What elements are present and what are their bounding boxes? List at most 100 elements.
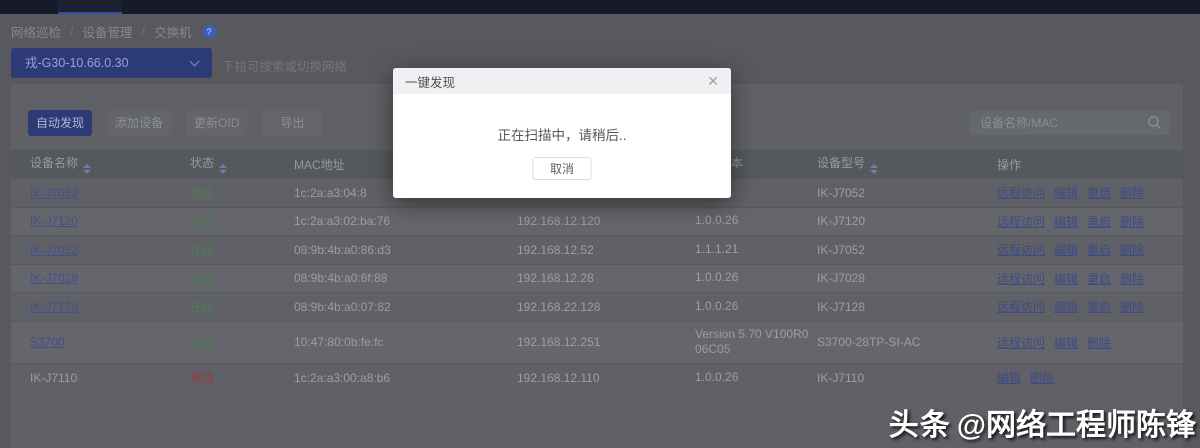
column-header-model[interactable]: 设备型号 <box>817 154 997 174</box>
action-link[interactable]: 远程访问 <box>997 186 1045 200</box>
breadcrumb-item-2[interactable]: 交换机 <box>154 22 192 41</box>
network-selector-dropdown[interactable]: 戎-G30-10.66.0.30 <box>11 48 212 78</box>
device-name-cell: S3700 <box>11 335 190 349</box>
ip-cell: 192.168.12.251 <box>517 335 695 349</box>
device-name-cell: IK-J7052 <box>11 243 190 257</box>
toolbar-button-2[interactable]: 更新OID <box>186 110 247 136</box>
action-link[interactable]: 重启 <box>1087 272 1111 286</box>
scanning-message: 正在扫描中，请稍后.. <box>393 124 731 144</box>
breadcrumb: 网络巡检/设备管理/交换机? <box>11 22 216 41</box>
device-name-text: IK-J7110 <box>30 371 77 385</box>
actions-cell: 远程访问编辑重启删除 <box>997 241 1183 258</box>
status-badge: 离线 <box>190 371 214 385</box>
modal-header: 一键发现 ✕ <box>393 68 731 94</box>
status-cell: 在线 <box>190 213 294 230</box>
action-link[interactable]: 删除 <box>1120 300 1144 314</box>
sort-icon[interactable] <box>219 164 227 174</box>
device-name-link[interactable]: S3700 <box>30 335 65 349</box>
status-badge: 在线 <box>190 300 214 314</box>
close-icon[interactable]: ✕ <box>707 74 719 88</box>
version-cell: 1.0.0.26 <box>695 370 817 386</box>
toolbar-button-3[interactable]: 导出 <box>262 110 322 136</box>
action-link[interactable]: 删除 <box>1087 336 1111 350</box>
ip-cell: 192.168.12.110 <box>517 371 695 385</box>
column-header-label: 状态 <box>190 156 214 170</box>
action-link[interactable]: 删除 <box>1120 243 1144 257</box>
action-link[interactable]: 编辑 <box>1054 336 1078 350</box>
model-cell: S3700-28TP-SI-AC <box>817 335 997 349</box>
action-link[interactable]: 编辑 <box>1054 243 1078 257</box>
action-link[interactable]: 远程访问 <box>997 272 1045 286</box>
modal-body: 正在扫描中，请稍后.. 取消 <box>393 94 731 198</box>
column-header-label: MAC地址 <box>294 158 345 172</box>
column-header-label: 设备型号 <box>817 156 865 170</box>
mac-cell: 1c:2a:a3:02:ba:76 <box>294 214 517 228</box>
status-cell: 在线 <box>190 270 294 287</box>
network-selector-hint: 下拉可搜索或切换网络 <box>222 56 347 75</box>
action-link[interactable]: 远程访问 <box>997 336 1045 350</box>
network-selector-value: 戎-G30-10.66.0.30 <box>25 56 129 70</box>
model-cell: IK-J7052 <box>817 243 997 257</box>
action-link[interactable]: 删除 <box>1120 186 1144 200</box>
mac-cell: 1c:2a:a3:00:a8:b6 <box>294 371 517 385</box>
version-cell: 1.0.0.26 <box>695 299 817 315</box>
ip-cell: 192.168.12.120 <box>517 214 695 228</box>
model-cell: IK-J7110 <box>817 371 997 385</box>
action-link[interactable]: 删除 <box>1030 371 1054 385</box>
version-cell: 1.1.1.21 <box>695 242 817 258</box>
mac-cell: 08:9b:4b:a0:07:82 <box>294 300 517 314</box>
watermark-logo: 头条 <box>889 409 951 442</box>
cancel-button[interactable]: 取消 <box>533 157 592 180</box>
action-link[interactable]: 删除 <box>1120 272 1144 286</box>
device-name-link[interactable]: IK-J7052 <box>30 243 78 257</box>
status-cell: 离线 <box>190 369 294 386</box>
action-link[interactable]: 重启 <box>1087 215 1111 229</box>
device-name-link[interactable]: IK-J7052 <box>30 186 78 200</box>
table-row: S3700在线10:47:80:0b:fe:fc192.168.12.251Ve… <box>11 321 1183 364</box>
breadcrumb-separator: / <box>142 25 145 39</box>
action-link[interactable]: 重启 <box>1087 300 1111 314</box>
action-link[interactable]: 重启 <box>1087 243 1111 257</box>
breadcrumb-item-1[interactable]: 设备管理 <box>83 22 133 41</box>
watermark-handle: @网络工程师陈锋 <box>957 409 1196 442</box>
table-body: IK-J7052在线1c:2a:a3:04:8IK-J7052远程访问编辑重启删… <box>11 178 1183 392</box>
device-name-link[interactable]: IK-J7128 <box>30 300 78 314</box>
action-link[interactable]: 编辑 <box>1054 300 1078 314</box>
actions-cell: 远程访问编辑重启删除 <box>997 270 1183 287</box>
action-link[interactable]: 编辑 <box>997 371 1021 385</box>
search-input[interactable] <box>970 111 1140 135</box>
model-cell: IK-J7128 <box>817 300 997 314</box>
search-icon[interactable] <box>1147 115 1162 135</box>
mac-cell: 10:47:80:0b:fe:fc <box>294 335 517 349</box>
column-header-status[interactable]: 状态 <box>190 154 294 174</box>
action-link[interactable]: 编辑 <box>1054 272 1078 286</box>
sort-icon[interactable] <box>83 164 91 174</box>
status-badge: 在线 <box>190 215 214 229</box>
app-screen: 网络巡检/设备管理/交换机? 戎-G30-10.66.0.30 下拉可搜索或切换… <box>0 0 1200 448</box>
action-link[interactable]: 编辑 <box>1054 186 1078 200</box>
toolbar-button-1[interactable]: 添加设备 <box>107 110 171 136</box>
active-browser-tab[interactable] <box>58 0 122 14</box>
status-cell: 在线 <box>190 334 294 351</box>
device-name-link[interactable]: IK-J7120 <box>30 214 78 228</box>
mac-cell: 08:9b:4b:a0:6f:88 <box>294 271 517 285</box>
actions-cell: 远程访问编辑删除 <box>997 334 1183 351</box>
mac-cell: 08:9b:4b:a0:86:d3 <box>294 243 517 257</box>
device-name-link[interactable]: IK-J7028 <box>30 271 78 285</box>
actions-cell: 远程访问编辑重启删除 <box>997 213 1183 230</box>
column-header-name[interactable]: 设备名称 <box>11 154 190 174</box>
action-link[interactable]: 远程访问 <box>997 215 1045 229</box>
toolbar-button-0[interactable]: 自动发现 <box>28 110 92 136</box>
help-icon[interactable]: ? <box>203 25 216 38</box>
action-link[interactable]: 编辑 <box>1054 215 1078 229</box>
action-link[interactable]: 重启 <box>1087 186 1111 200</box>
action-link[interactable]: 删除 <box>1120 215 1144 229</box>
action-link[interactable]: 远程访问 <box>997 243 1045 257</box>
sort-icon[interactable] <box>870 164 878 174</box>
breadcrumb-item-0[interactable]: 网络巡检 <box>11 22 61 41</box>
status-cell: 在线 <box>190 184 294 201</box>
status-badge: 在线 <box>190 243 214 257</box>
status-badge: 在线 <box>190 272 214 286</box>
column-header-label: 操作 <box>997 158 1021 172</box>
action-link[interactable]: 远程访问 <box>997 300 1045 314</box>
